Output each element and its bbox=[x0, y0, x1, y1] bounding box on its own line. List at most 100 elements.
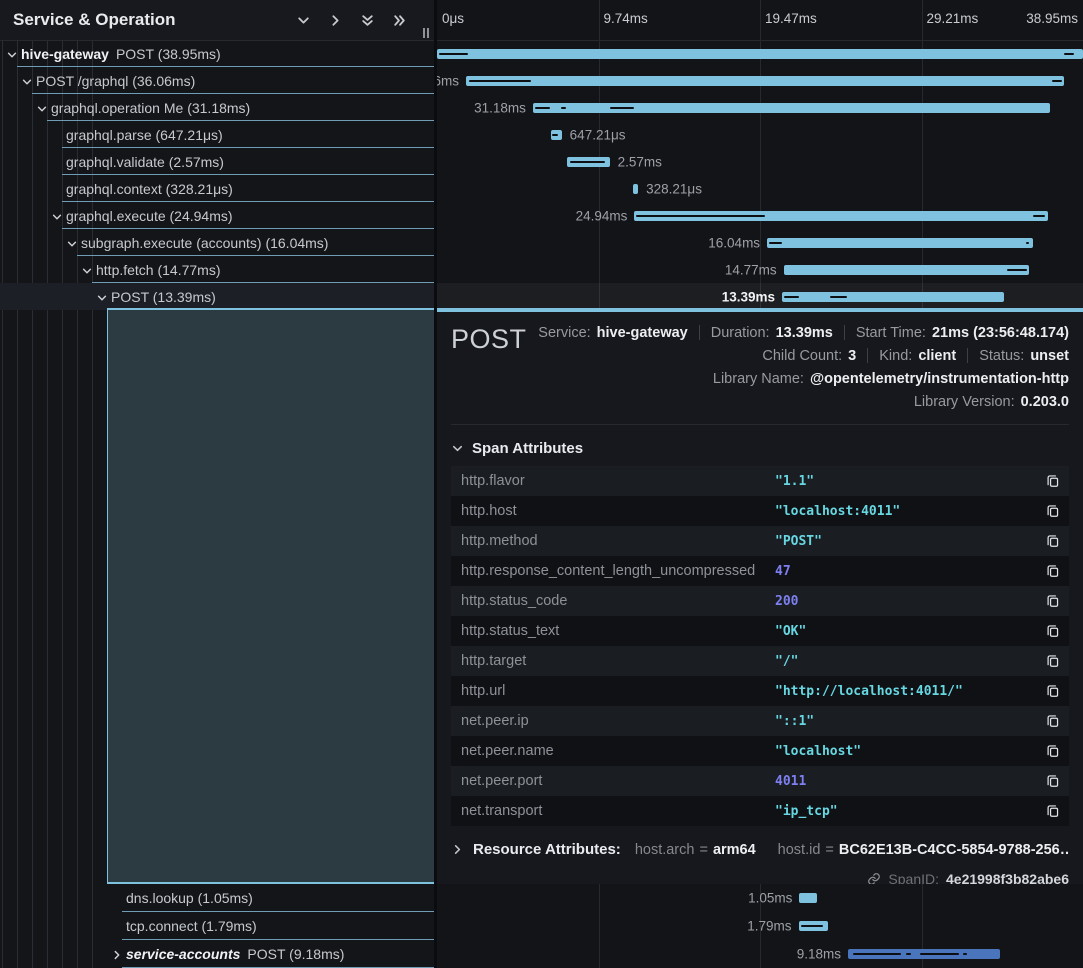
meta-divider bbox=[699, 325, 700, 340]
copy-value-button[interactable] bbox=[1046, 684, 1060, 698]
chevron-down-icon[interactable] bbox=[6, 48, 18, 66]
attribute-value: 4011 bbox=[775, 774, 806, 789]
chevron-down-icon[interactable] bbox=[36, 102, 48, 120]
span-bar[interactable] bbox=[633, 184, 638, 194]
chevron-down-icon[interactable] bbox=[66, 237, 78, 255]
timeline-row: 24.94ms bbox=[437, 202, 1083, 229]
span-meta-line: Library Version:0.203.0 bbox=[914, 391, 1069, 412]
attribute-value: "localhost:4011" bbox=[775, 504, 900, 519]
equals-sign: = bbox=[825, 842, 833, 858]
span-tree-row[interactable]: graphql.validate (2.57ms) bbox=[0, 148, 434, 175]
copy-value-button[interactable] bbox=[1046, 474, 1060, 488]
attribute-row: http.response_content_length_uncompresse… bbox=[451, 556, 1069, 586]
attribute-row: net.peer.name"localhost" bbox=[451, 736, 1069, 766]
span-bar[interactable] bbox=[784, 265, 1029, 275]
attribute-value: "localhost" bbox=[775, 744, 861, 759]
attribute-row: http.status_text"OK" bbox=[451, 616, 1069, 646]
attribute-row: http.status_code200 bbox=[451, 586, 1069, 616]
chevron-down-icon[interactable] bbox=[81, 264, 93, 282]
attribute-value: 47 bbox=[775, 564, 791, 579]
copy-value-button[interactable] bbox=[1046, 534, 1060, 548]
chevron-down-icon[interactable] bbox=[21, 75, 33, 93]
chevron-down-icon[interactable] bbox=[96, 291, 108, 309]
span-name-label: graphql.execute (24.94ms) bbox=[66, 208, 233, 224]
span-id-row: SpanID: 4e21998f3b82abe6 bbox=[451, 871, 1069, 884]
timeline-row: 14.77ms bbox=[437, 256, 1083, 283]
chevron-down-icon[interactable] bbox=[51, 210, 63, 228]
resource-attributes-row[interactable]: Resource Attributes:host.arch=arm64host.… bbox=[451, 841, 1069, 858]
link-icon[interactable] bbox=[867, 872, 881, 884]
attribute-value: "::1" bbox=[775, 714, 814, 729]
timeline-bars-top: 38.95ms36.06ms31.18ms647.21μs2.57ms328.2… bbox=[437, 40, 1083, 310]
span-bar[interactable] bbox=[799, 893, 816, 903]
chevron-down-icon bbox=[451, 442, 464, 455]
span-tree-row[interactable]: subgraph.execute (accounts) (16.04ms) bbox=[0, 229, 434, 256]
span-tree-row[interactable]: service-accountsPOST (9.18ms) bbox=[0, 940, 434, 968]
span-tree-row[interactable]: graphql.parse (647.21μs) bbox=[0, 121, 434, 148]
span-title: POST bbox=[451, 322, 527, 355]
panel-divider[interactable] bbox=[434, 0, 437, 968]
span-tree-row[interactable]: dns.lookup (1.05ms) bbox=[0, 884, 434, 912]
span-name-label: http.fetch (14.77ms) bbox=[96, 262, 221, 278]
attribute-key: net.peer.ip bbox=[461, 713, 529, 729]
span-tree-row[interactable]: graphql.execute (24.94ms) bbox=[0, 202, 434, 229]
panel-resize-grip[interactable] bbox=[423, 28, 429, 38]
selection-top-border bbox=[107, 308, 1083, 310]
span-bar[interactable] bbox=[533, 103, 1050, 113]
duration-label: 1.79ms bbox=[747, 919, 791, 934]
span-bar[interactable] bbox=[466, 76, 1064, 86]
span-bar[interactable] bbox=[567, 157, 610, 167]
attribute-key: http.response_content_length_uncompresse… bbox=[461, 563, 755, 579]
span-bar[interactable] bbox=[782, 292, 1004, 302]
span-tree-bottom: dns.lookup (1.05ms)tcp.connect (1.79ms)s… bbox=[0, 884, 434, 968]
chevron-down-button[interactable] bbox=[294, 11, 312, 29]
equals-sign: = bbox=[699, 842, 707, 858]
span-bar[interactable] bbox=[848, 949, 1000, 959]
span-tree-row[interactable]: tcp.connect (1.79ms) bbox=[0, 912, 434, 940]
span-name-label: graphql.operation Me (31.18ms) bbox=[51, 100, 250, 116]
chevron-right-button[interactable] bbox=[326, 11, 344, 29]
span-name-label: dns.lookup (1.05ms) bbox=[126, 890, 253, 906]
child-span-notch bbox=[1026, 242, 1030, 244]
copy-value-button[interactable] bbox=[1046, 774, 1060, 788]
meta-divider bbox=[867, 348, 868, 363]
span-tree-row[interactable]: graphql.context (328.21μs) bbox=[0, 175, 434, 202]
copy-value-button[interactable] bbox=[1046, 744, 1060, 758]
span-name-label: graphql.validate (2.57ms) bbox=[66, 154, 224, 170]
copy-icon bbox=[1046, 534, 1060, 548]
child-span-notch bbox=[830, 296, 847, 298]
timeline-row: 38.95ms bbox=[437, 40, 1083, 67]
chevrons-down-button[interactable] bbox=[358, 11, 376, 29]
copy-value-button[interactable] bbox=[1046, 804, 1060, 818]
attribute-key: net.peer.port bbox=[461, 773, 542, 789]
span-tree-row[interactable]: POST (13.39ms) bbox=[0, 283, 434, 310]
span-tree-top: hive-gatewayPOST (38.95ms)POST /graphql … bbox=[0, 40, 434, 310]
timeline-bars-bottom: 1.05ms1.79ms9.18ms bbox=[437, 884, 1083, 968]
ruler-tick-label: 38.95ms bbox=[1026, 0, 1078, 38]
span-bar[interactable] bbox=[634, 211, 1048, 221]
span-bar[interactable] bbox=[437, 49, 1083, 59]
copy-value-button[interactable] bbox=[1046, 714, 1060, 728]
chevrons-right-button[interactable] bbox=[390, 11, 408, 29]
span-tree-row[interactable]: graphql.operation Me (31.18ms) bbox=[0, 94, 434, 121]
chevron-right-icon[interactable] bbox=[111, 948, 123, 966]
duration-label: 328.21μs bbox=[646, 181, 702, 196]
copy-value-button[interactable] bbox=[1046, 654, 1060, 668]
meta-divider bbox=[967, 348, 968, 363]
span-tree-row[interactable]: POST /graphql (36.06ms) bbox=[0, 67, 434, 94]
span-bar[interactable] bbox=[767, 238, 1033, 248]
span-attributes-header[interactable]: Span Attributes bbox=[451, 440, 1069, 457]
service-name: service-accounts bbox=[126, 946, 240, 962]
span-tree-row[interactable]: http.fetch (14.77ms) bbox=[0, 256, 434, 283]
attribute-value: "POST" bbox=[775, 534, 822, 549]
copy-value-button[interactable] bbox=[1046, 594, 1060, 608]
copy-value-button[interactable] bbox=[1046, 624, 1060, 638]
span-bar[interactable] bbox=[799, 921, 829, 931]
span-tree-row[interactable]: hive-gatewayPOST (38.95ms) bbox=[0, 40, 434, 67]
span-meta: Service:hive-gatewayDuration:13.39msStar… bbox=[538, 322, 1069, 412]
tree-panel-header: Service & Operation bbox=[0, 0, 434, 41]
span-bar[interactable] bbox=[551, 130, 562, 140]
copy-value-button[interactable] bbox=[1046, 504, 1060, 518]
copy-value-button[interactable] bbox=[1046, 564, 1060, 578]
copy-icon bbox=[1046, 774, 1060, 788]
